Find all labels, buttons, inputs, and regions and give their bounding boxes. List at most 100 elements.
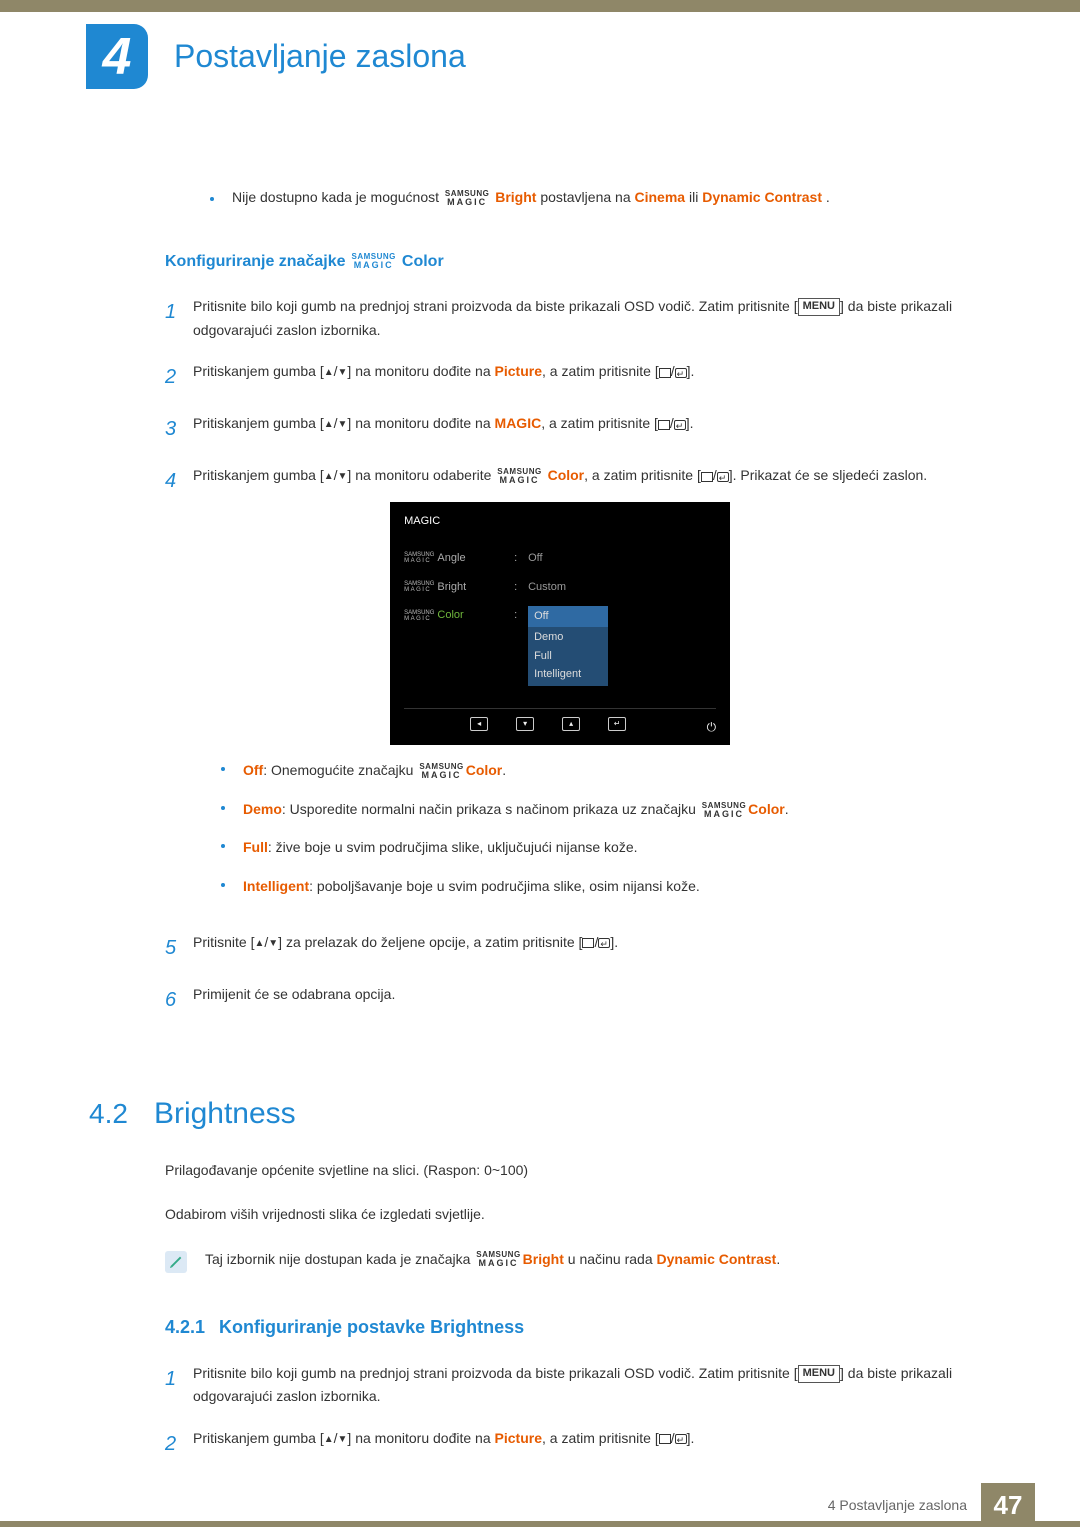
note-text: Nije dostupno kada je mogućnost — [232, 189, 443, 205]
note-text: Taj izbornik nije dostupan kada je znača… — [205, 1251, 474, 1267]
select-enter-icon: / — [582, 934, 610, 950]
osd-power-icon: ⏻ — [707, 717, 717, 737]
osd-row-value: Custom — [528, 578, 566, 597]
menu-button-icon: MENU — [798, 298, 840, 315]
step-text: ]. — [687, 1430, 695, 1446]
osd-back-icon: ◂ — [470, 717, 488, 731]
step-number: 3 — [165, 412, 193, 446]
picture-label: Picture — [495, 1430, 542, 1446]
bullet-text: : poboljšavanje boje u svim područjima s… — [309, 878, 700, 894]
step-text: Pritiskanjem gumba [ — [193, 467, 324, 483]
step-text: , a zatim pritisnite [ — [542, 363, 659, 379]
off-label: Off — [243, 762, 263, 778]
bottom-accent-bar — [0, 1521, 1080, 1527]
step-number: 1 — [165, 1362, 193, 1410]
osd-dropdown: Off Demo Full Intelligent — [528, 606, 608, 686]
osd-row-value: Off — [528, 549, 542, 568]
brightness-desc-1: Prilagođavanje općenite svjetline na sli… — [165, 1159, 985, 1183]
bullet-dot-icon — [221, 806, 225, 810]
note-text: . — [826, 189, 830, 205]
bullet-text: . — [502, 762, 506, 778]
bright-label: Bright — [495, 189, 536, 205]
osd-down-icon: ▾ — [516, 717, 534, 731]
bullet-dot-icon — [210, 197, 214, 201]
subsection-title: Konfiguriranje postavke Brightness — [219, 1317, 524, 1338]
color-label: Color — [466, 762, 503, 778]
subsection-4-2-1-header: 4.2.1 Konfiguriranje postavke Brightness — [165, 1317, 985, 1338]
footer-chapter-ref: 4 Postavljanje zaslona — [828, 1497, 967, 1513]
steps-list-brightness: 1 Pritisnite bilo koji gumb na prednjoj … — [165, 1362, 985, 1462]
select-enter-icon: / — [658, 415, 686, 431]
step-number: 5 — [165, 931, 193, 965]
section-number: 4.2 — [89, 1098, 128, 1130]
step-text: Pritisnite bilo koji gumb na prednjoj st… — [193, 298, 798, 314]
chapter-header: 4 Postavljanje zaslona — [0, 24, 1080, 89]
step-number: 2 — [165, 1427, 193, 1461]
section-title: Brightness — [154, 1097, 296, 1131]
up-down-icon: ▲/▼ — [324, 415, 348, 431]
step-text: ]. Prikazat će se sljedeći zaslon. — [729, 467, 927, 483]
step-text: ] na monitoru dođite na — [347, 1430, 494, 1446]
step-text: ] na monitoru odaberite — [347, 467, 495, 483]
step-text: ]. — [687, 363, 695, 379]
osd-option: Intelligent — [534, 668, 581, 680]
brightness-note: Taj izbornik nije dostupan kada je znača… — [165, 1251, 985, 1273]
bullet-text: : Onemogućite značajku — [263, 762, 417, 778]
note-icon — [165, 1251, 187, 1273]
step-text: ] za prelazak do željene opcije, a zatim… — [278, 934, 582, 950]
osd-option: Full — [534, 650, 552, 662]
dynamic-contrast-label: Dynamic Contrast — [702, 189, 822, 205]
cinema-label: Cinema — [635, 189, 686, 205]
demo-label: Demo — [243, 801, 282, 817]
up-down-icon: ▲/▼ — [324, 1430, 348, 1446]
step-number: 1 — [165, 295, 193, 343]
step-text: Pritisnite [ — [193, 934, 254, 950]
osd-option-selected: Off — [528, 606, 608, 627]
full-label: Full — [243, 839, 268, 855]
chapter-title: Postavljanje zaslona — [174, 38, 466, 75]
osd-up-icon: ▴ — [562, 717, 580, 731]
bullet-dot-icon — [221, 883, 225, 887]
osd-nav-bar: ◂ ▾ ▴ ↵ ⏻ — [404, 708, 716, 737]
samsung-magic-icon: SAMSUNGMAGIC — [497, 468, 541, 485]
note-text: u načinu rada — [564, 1251, 657, 1267]
note-text: postavljena na — [540, 189, 634, 205]
step-text: Pritiskanjem gumba [ — [193, 415, 324, 431]
select-enter-icon: / — [659, 1430, 687, 1446]
step-text: ] na monitoru dođite na — [347, 415, 494, 431]
bullet-text: : žive boje u svim područjima slike, ukl… — [268, 839, 638, 855]
bullet-dot-icon — [221, 767, 225, 771]
note-text: ili — [689, 189, 702, 205]
availability-note: Nije dostupno kada je mogućnost SAMSUNGM… — [210, 189, 985, 207]
steps-list-color: 1 Pritisnite bilo koji gumb na prednjoj … — [165, 295, 985, 1017]
top-accent-bar — [0, 0, 1080, 12]
step-text: ]. — [610, 934, 618, 950]
osd-title: MAGIC — [404, 512, 716, 531]
up-down-icon: ▲/▼ — [324, 467, 348, 483]
bright-label: Bright — [523, 1251, 564, 1267]
osd-row-label: Bright — [437, 578, 466, 597]
samsung-magic-icon: SAMSUNGMAGIC — [404, 552, 434, 564]
chapter-number-badge: 4 — [86, 24, 148, 89]
up-down-icon: ▲/▼ — [254, 934, 278, 950]
intelligent-label: Intelligent — [243, 878, 309, 894]
step-text: Primijenit će se odabrana opcija. — [193, 983, 395, 1017]
osd-row-label: Color — [437, 606, 463, 625]
bullet-text: : Usporedite normalni način prikaza s na… — [282, 801, 700, 817]
step-text: ] na monitoru dođite na — [347, 363, 494, 379]
step-text: , a zatim pritisnite [ — [541, 415, 658, 431]
osd-screenshot: MAGIC SAMSUNGMAGIC Angle : Off SAMSUNGMA… — [390, 502, 730, 745]
picture-label: Picture — [495, 363, 542, 379]
section-4-2-header: 4.2 Brightness — [89, 1097, 985, 1131]
step-number: 2 — [165, 360, 193, 394]
dynamic-contrast-label: Dynamic Contrast — [657, 1251, 777, 1267]
osd-row-label: Angle — [437, 549, 465, 568]
up-down-icon: ▲/▼ — [324, 363, 348, 379]
step-text: Pritisnite bilo koji gumb na prednjoj st… — [193, 1365, 798, 1381]
samsung-magic-icon: SAMSUNGMAGIC — [404, 610, 434, 622]
step-text: ]. — [686, 415, 694, 431]
bullet-text: . — [785, 801, 789, 817]
bullet-dot-icon — [221, 844, 225, 848]
samsung-magic-icon: SAMSUNGMAGIC — [419, 763, 463, 780]
step-number: 4 — [165, 464, 193, 913]
